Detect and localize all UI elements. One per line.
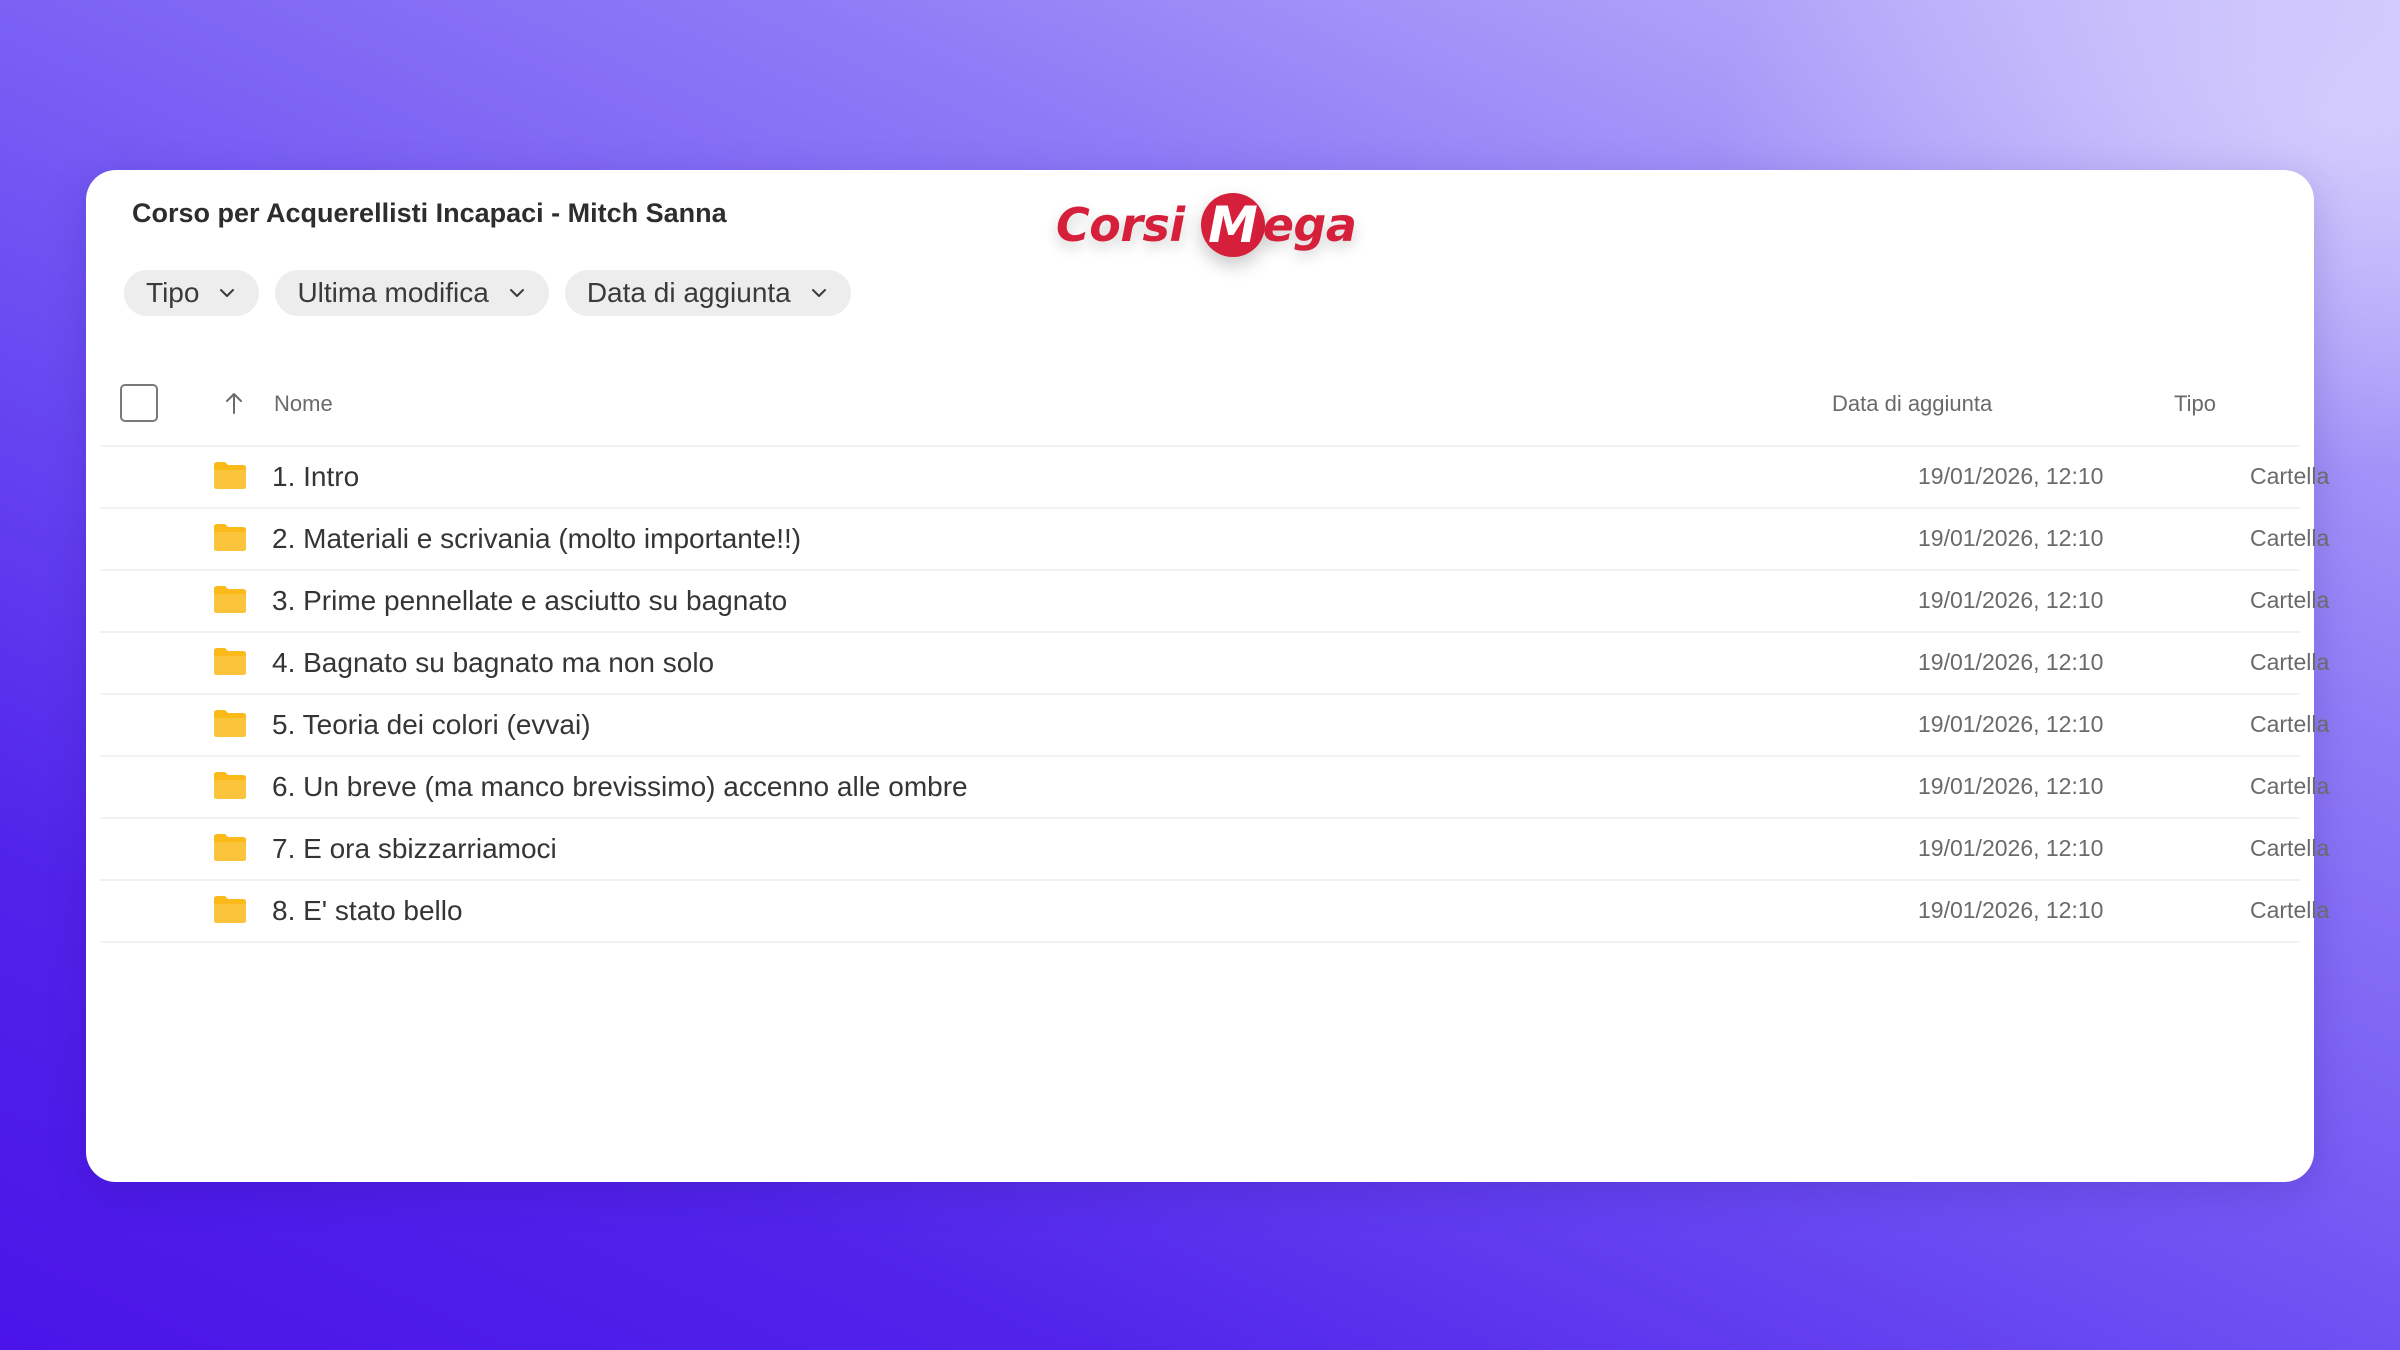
table-row[interactable]: 7. E ora sbizzarriamoci 19/01/2026, 12:1… — [100, 817, 2329, 879]
filter-data-di-aggiunta[interactable]: Data di aggiunta — [564, 270, 851, 316]
select-all-checkbox[interactable] — [120, 384, 158, 422]
folder-icon — [214, 710, 246, 737]
folder-name: 7. E ora sbizzarriamoci — [272, 833, 557, 864]
logo-m-badge: M — [1200, 193, 1265, 257]
item-type: Cartella — [2250, 773, 2330, 799]
folder-icon — [214, 586, 246, 613]
chevron-down-icon — [220, 289, 235, 297]
table-row[interactable]: 2. Materiali e scrivania (molto importan… — [100, 507, 2329, 569]
page-title: Corso per Acquerellisti Incapaci - Mitch… — [132, 198, 727, 228]
folder-icon — [214, 772, 246, 799]
item-type: Cartella — [2250, 897, 2330, 923]
date-added: 19/01/2026, 12:10 — [1918, 773, 2104, 799]
item-type: Cartella — [2250, 835, 2330, 861]
item-type: Cartella — [2250, 525, 2330, 551]
filter-tipo-label: Tipo — [146, 277, 200, 308]
date-added: 19/01/2026, 12:10 — [1918, 463, 2104, 489]
item-type: Cartella — [2250, 463, 2330, 489]
table-row[interactable]: 5. Teoria dei colori (evvai) 19/01/2026,… — [100, 693, 2329, 755]
column-header-nome[interactable]: Nome — [274, 391, 333, 417]
filter-tipo[interactable]: Tipo — [124, 270, 260, 316]
column-header-data-di-aggiunta[interactable]: Data di aggiunta — [1832, 391, 1992, 417]
filter-ultima-modifica-label: Ultima modifica — [297, 277, 489, 308]
folder-name: 8. E' stato bello — [272, 895, 463, 926]
folder-icon — [214, 834, 246, 861]
table-row[interactable]: 8. E' stato bello 19/01/2026, 12:10 Cart… — [100, 879, 2329, 943]
chevron-down-icon — [811, 289, 826, 297]
corsi-mega-logo: Corsi M ega — [1056, 190, 1357, 260]
folder-name: 6. Un breve (ma manco brevissimo) accenn… — [272, 771, 968, 802]
folder-name: 2. Materiali e scrivania (molto importan… — [272, 523, 802, 554]
chevron-down-icon — [509, 289, 524, 297]
item-type: Cartella — [2250, 711, 2330, 737]
folder-icon — [214, 648, 246, 675]
table-row[interactable]: 4. Bagnato su bagnato ma non solo 19/01/… — [100, 631, 2329, 693]
table-row[interactable]: 6. Un breve (ma manco brevissimo) accenn… — [100, 755, 2329, 817]
folder-icon — [214, 896, 246, 923]
file-list: 1. Intro 19/01/2026, 12:10 Cartella 2. M… — [100, 445, 2329, 943]
date-added: 19/01/2026, 12:10 — [1918, 649, 2104, 675]
date-added: 19/01/2026, 12:10 — [1918, 711, 2104, 737]
date-added: 19/01/2026, 12:10 — [1918, 525, 2104, 551]
filter-bar: Tipo Ultima modifica Data di aggiunta — [124, 270, 851, 316]
date-added: 19/01/2026, 12:10 — [1918, 897, 2104, 923]
file-browser-panel: Corso per Acquerellisti Incapaci - Mitch… — [86, 170, 2329, 1182]
folder-name: 4. Bagnato su bagnato ma non solo — [272, 647, 715, 678]
date-added: 19/01/2026, 12:10 — [1918, 587, 2104, 613]
folder-icon — [214, 524, 246, 551]
item-type: Cartella — [2250, 587, 2330, 613]
logo-text-ega: ega — [1262, 198, 1357, 252]
table-header: Nome Data di aggiunta Tipo — [86, 370, 2314, 440]
filter-data-di-aggiunta-label: Data di aggiunta — [586, 277, 791, 308]
logo-text-corsi: Corsi — [1056, 198, 1185, 252]
folder-name: 5. Teoria dei colori (evvai) — [272, 709, 591, 740]
filter-ultima-modifica[interactable]: Ultima modifica — [275, 270, 549, 316]
table-row[interactable]: 3. Prime pennellate e asciutto su bagnat… — [100, 569, 2329, 631]
arrow-up-icon[interactable] — [222, 390, 246, 416]
table-row[interactable]: 1. Intro 19/01/2026, 12:10 Cartella — [100, 445, 2329, 507]
folder-name: 1. Intro — [272, 461, 360, 492]
folder-name: 3. Prime pennellate e asciutto su bagnat… — [272, 585, 788, 616]
item-type: Cartella — [2250, 649, 2330, 675]
folder-icon — [214, 462, 246, 489]
date-added: 19/01/2026, 12:10 — [1918, 835, 2104, 861]
column-header-tipo[interactable]: Tipo — [2174, 391, 2216, 417]
